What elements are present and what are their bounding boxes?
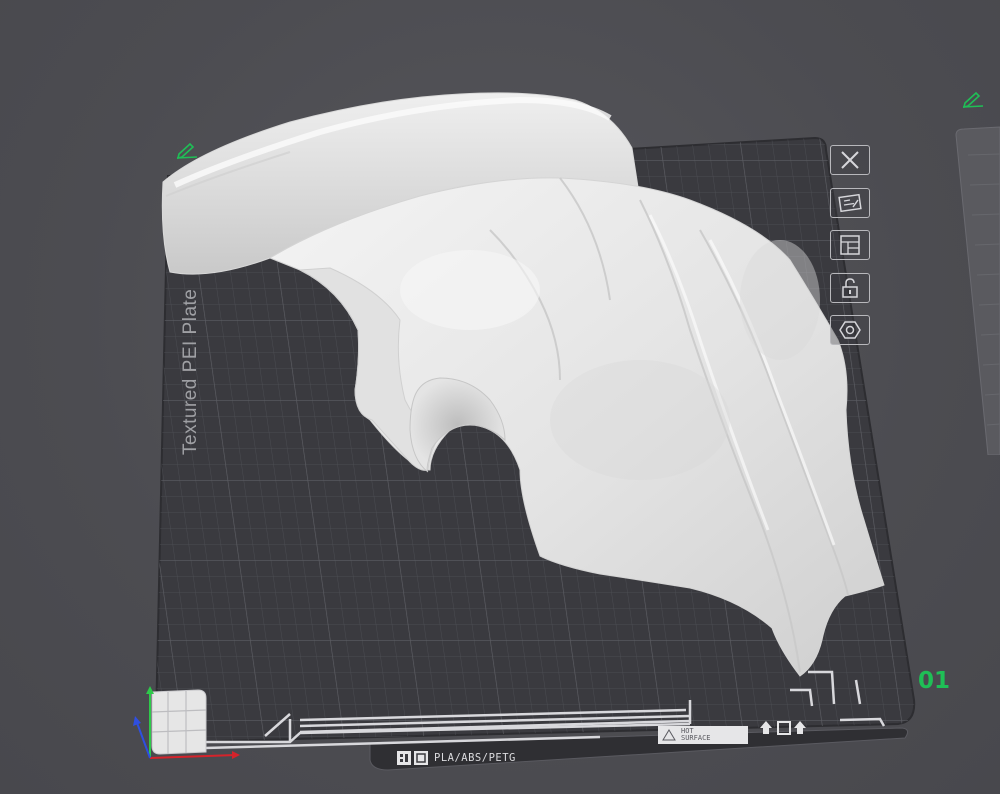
hot-surface-line2: SURFACE bbox=[681, 734, 711, 742]
brand-logo-icon bbox=[397, 751, 411, 765]
adjacent-plate[interactable] bbox=[948, 125, 1000, 455]
lock-plate-button[interactable] bbox=[830, 272, 870, 303]
plate-orient-button[interactable] bbox=[830, 315, 870, 345]
upload-arrows-icon bbox=[760, 721, 806, 735]
arrange-icon bbox=[840, 235, 860, 255]
3d-viewport[interactable]: Textured PEI Plate 01 PLA/ABS/PETG HOT S… bbox=[0, 0, 1000, 794]
close-plate-button[interactable] bbox=[830, 145, 870, 175]
plate-toolbar bbox=[830, 145, 874, 358]
hexagon-icon bbox=[839, 321, 861, 339]
plate-type-label: Textured PEI Plate bbox=[180, 288, 201, 455]
close-icon bbox=[841, 151, 859, 169]
edit-plate-name-icon[interactable] bbox=[176, 141, 198, 159]
warning-triangle-icon bbox=[662, 729, 676, 741]
plate-material-strip: PLA/ABS/PETG bbox=[397, 748, 516, 768]
plate-settings-button[interactable] bbox=[830, 187, 870, 218]
plate-settings-icon bbox=[838, 193, 862, 212]
build-plate-scene[interactable] bbox=[0, 0, 1000, 794]
arrange-button[interactable] bbox=[830, 230, 870, 260]
plate-material-label: PLA/ABS/PETG bbox=[434, 752, 516, 764]
hot-surface-warning: HOT SURFACE bbox=[658, 726, 748, 744]
plate-number: 01 bbox=[918, 668, 951, 694]
plate-type-icon bbox=[414, 751, 428, 765]
lock-icon bbox=[842, 277, 858, 298]
origin-cube bbox=[151, 689, 207, 755]
edit-plate-name-icon-2[interactable] bbox=[962, 90, 984, 108]
